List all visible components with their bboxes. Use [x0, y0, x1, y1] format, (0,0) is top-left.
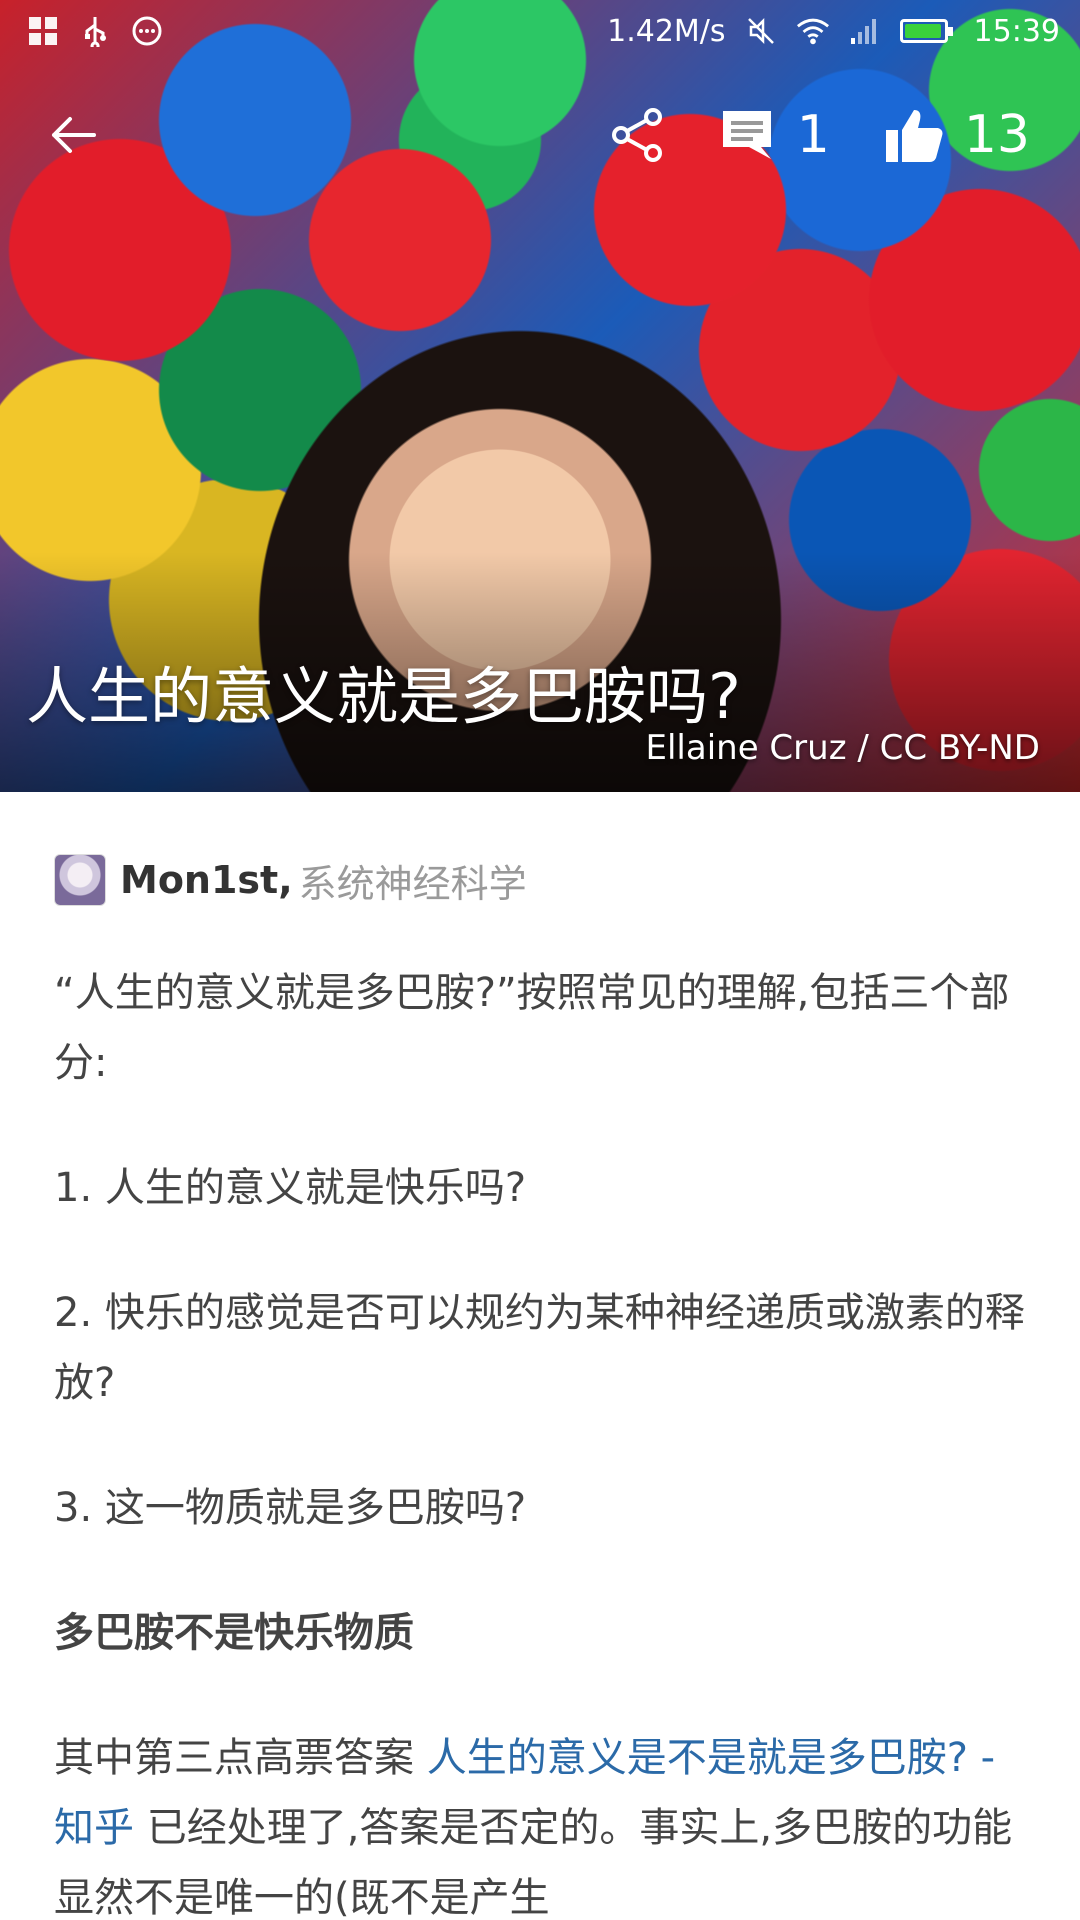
- author-separator: ,: [278, 858, 293, 902]
- paragraph-text: 已经处理了,答案是否定的。事实上,多巴胺的功能显然不是唯一的(既不是产生: [54, 1805, 1013, 1920]
- list-item: 3. 这一物质就是多巴胺吗?: [54, 1485, 527, 1531]
- signal-icon: [848, 14, 882, 48]
- like-button[interactable]: [882, 103, 946, 167]
- author-bio: 系统神经科学: [298, 861, 527, 906]
- author-name[interactable]: Mon1st: [120, 858, 278, 902]
- comment-count: 1: [796, 105, 830, 165]
- network-speed: 1.42M/s: [607, 13, 726, 49]
- toolbar-actions: 1 13: [607, 100, 1030, 170]
- mute-icon: [744, 14, 778, 48]
- image-credit: Ellaine Cruz / CC BY-ND: [645, 728, 1041, 768]
- status-left: [26, 14, 164, 48]
- back-button[interactable]: [48, 110, 98, 160]
- comment-button[interactable]: [715, 103, 779, 167]
- app-grid-icon: [26, 14, 60, 48]
- paragraph: “人生的意义就是多巴胺?”按照常见的理解,包括三个部分:: [54, 970, 1010, 1086]
- author-row[interactable]: Mon1st , 系统神经科学: [54, 852, 1026, 908]
- status-right: 1.42M/s 15:39: [607, 14, 1060, 49]
- arrow-left-icon: [52, 117, 96, 153]
- usb-icon: [78, 14, 112, 48]
- thumbs-up-icon: [885, 110, 943, 162]
- article-toolbar: 1 13: [0, 90, 1080, 180]
- avatar[interactable]: [54, 854, 106, 906]
- more-dots-icon: [130, 14, 164, 48]
- article-title: 人生的意义就是多巴胺吗?: [26, 660, 741, 733]
- comment-icon: [722, 111, 771, 159]
- section-heading: 多巴胺不是快乐物质: [54, 1610, 414, 1656]
- share-button[interactable]: [607, 103, 671, 167]
- battery-icon: [899, 19, 953, 43]
- article-body: Mon1st , 系统神经科学 “人生的意义就是多巴胺?”按照常见的理解,包括三…: [0, 792, 1080, 1920]
- wifi-icon: [796, 14, 830, 48]
- list-item: 1. 人生的意义就是快乐吗?: [54, 1165, 527, 1211]
- paragraph: 其中第三点高票答案 人生的意义是不是就是多巴胺? - 知乎 已经处理了,答案是否…: [54, 1723, 1026, 1920]
- status-bar: 1.42M/s 15:39: [0, 0, 1080, 62]
- like-count: 13: [963, 105, 1030, 165]
- paragraph-text: 其中第三点高票答案: [54, 1735, 427, 1781]
- share-icon: [611, 108, 662, 162]
- list-item: 2. 快乐的感觉是否可以规约为某种神经递质或激素的释放?: [54, 1290, 1025, 1406]
- clock: 15:39: [973, 13, 1060, 49]
- header-image: 1.42M/s 15:39 1 13 人生的意义就是多巴胺吗? Ellaine …: [0, 0, 1080, 792]
